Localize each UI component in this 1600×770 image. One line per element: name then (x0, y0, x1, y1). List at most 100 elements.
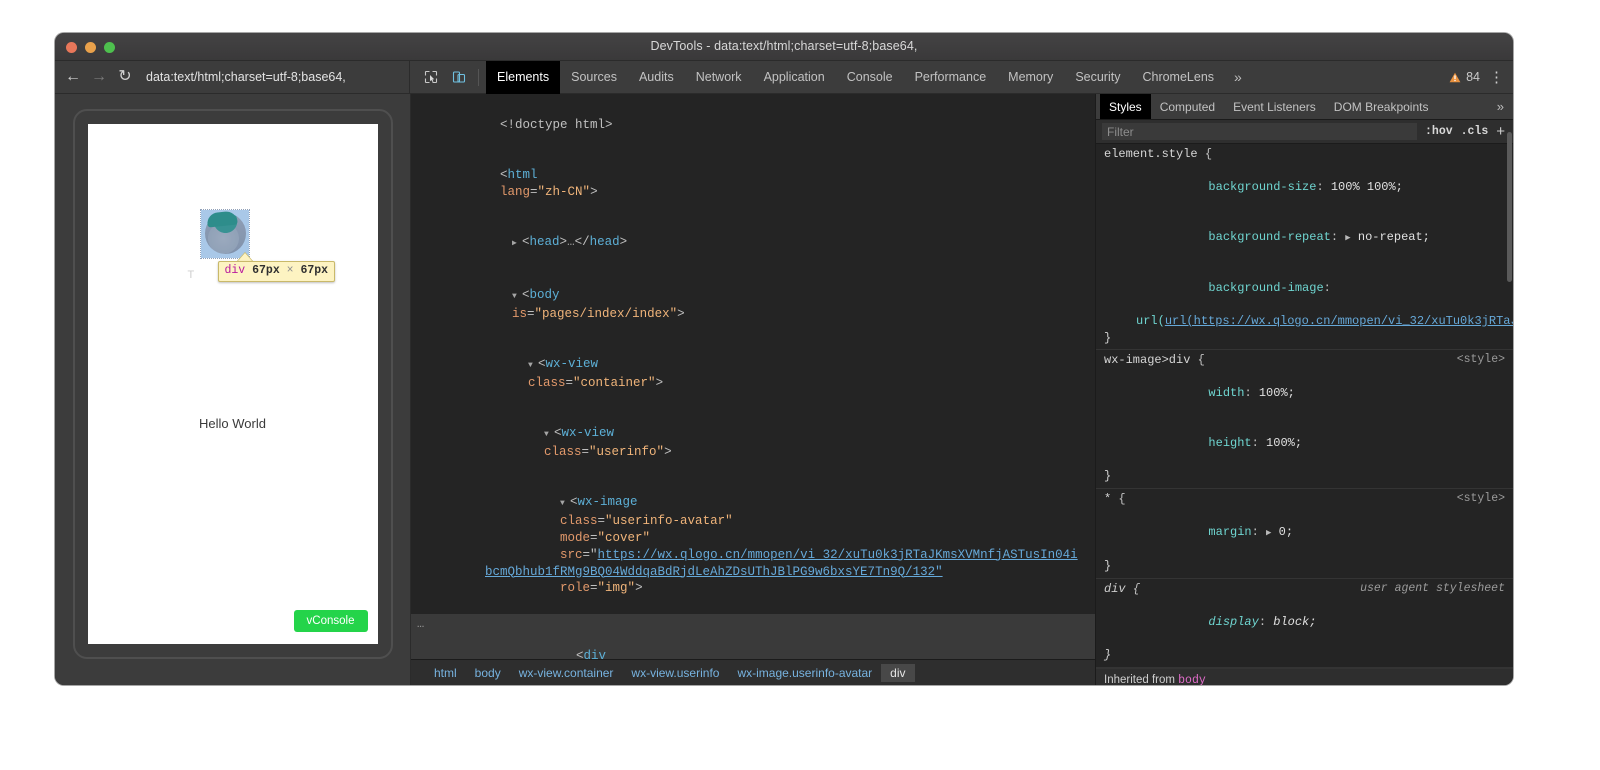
reload-icon[interactable]: ↻ (115, 67, 135, 87)
dom-line-html[interactable]: <html lang="zh-CN"> (411, 150, 1095, 217)
tab-dom-breakpoints[interactable]: DOM Breakpoints (1325, 94, 1438, 119)
rule-element-style[interactable]: element.style { background-size: 100% 10… (1096, 144, 1513, 350)
warning-badge[interactable]: 84 (1449, 70, 1480, 84)
doctype-text: <!doctype html> (500, 118, 613, 132)
tab-audits[interactable]: Audits (628, 61, 685, 94)
tab-chromelens[interactable]: ChromeLens (1131, 61, 1225, 94)
attr-is-value: "pages/index/index" (535, 307, 678, 321)
src-url-part-4[interactable]: Q/132" (898, 565, 943, 579)
prop-height: height (1208, 436, 1251, 450)
tag-div-selected: div (584, 649, 607, 660)
attr-lang-value: "zh-CN" (538, 185, 591, 199)
value-height: 100%; (1266, 436, 1302, 450)
breadcrumb-item-body[interactable]: body (466, 664, 510, 682)
dom-line-doctype[interactable]: <!doctype html> (411, 100, 1095, 150)
styles-scrollbar[interactable] (1506, 94, 1513, 685)
breadcrumb-item-container[interactable]: wx-view.container (510, 664, 623, 682)
warning-count: 84 (1466, 70, 1480, 84)
devtools-window: DevTools - data:text/html;charset=utf-8;… (55, 33, 1513, 685)
dom-line-selected-div[interactable]: … <div style="background-size: 100% 100%… (411, 614, 1095, 659)
breadcrumb-item-div[interactable]: div (881, 664, 914, 682)
tooltip-height: 67px (300, 264, 328, 277)
tab-memory[interactable]: Memory (997, 61, 1064, 94)
address-bar-url[interactable]: data:text/html;charset=utf-8;base64, (146, 70, 346, 84)
tab-sources[interactable]: Sources (560, 61, 628, 94)
tag-body: body (530, 288, 560, 302)
tab-styles[interactable]: Styles (1100, 94, 1151, 119)
value-background-repeat: no-repeat; (1358, 230, 1430, 244)
cls-toggle-button[interactable]: .cls (1461, 125, 1489, 138)
tab-performance[interactable]: Performance (904, 61, 998, 94)
expand-toggle-userinfo-icon[interactable] (544, 425, 554, 444)
more-options-dots-icon[interactable]: … (417, 616, 425, 633)
vconsole-button[interactable]: vConsole (294, 610, 368, 632)
breadcrumb-item-html[interactable]: html (425, 664, 466, 682)
inspect-element-icon[interactable] (418, 65, 444, 89)
dom-line-container[interactable]: <wx-view class="container"> (411, 339, 1095, 408)
hov-toggle-button[interactable]: :hov (1425, 125, 1453, 138)
tag-head-close: head (590, 235, 620, 249)
expand-toggle-wx-image-icon[interactable] (560, 494, 570, 513)
attr-class-container-value: "container" (573, 376, 656, 390)
rule-selector-wx-image-div[interactable]: wx-image>div (1104, 353, 1190, 367)
styles-filter-input[interactable] (1102, 123, 1417, 140)
tab-computed[interactable]: Computed (1151, 94, 1224, 119)
attr-lang: lang (500, 185, 530, 199)
breadcrumb-item-avatar[interactable]: wx-image.userinfo-avatar (728, 664, 881, 682)
rule-div-user-agent[interactable]: div { user agent stylesheet display: blo… (1096, 579, 1513, 668)
dom-tree[interactable]: <!doctype html> <html lang="zh-CN"> <hea… (411, 94, 1095, 659)
declaration-width-100[interactable]: width: 100%; (1096, 369, 1513, 419)
expand-margin-shorthand-icon[interactable]: ▶ (1266, 528, 1271, 538)
dom-line-head[interactable]: <head>…</head> (411, 218, 1095, 270)
src-url-part-2[interactable]: vi_32/ (800, 548, 845, 562)
declaration-background-image-url[interactable]: url(url(https://wx.qlogo.cn/mmopen/vi_32… (1096, 313, 1513, 330)
tab-security[interactable]: Security (1064, 61, 1131, 94)
rule-origin-wx-image-div[interactable]: <style> (1457, 352, 1505, 369)
expand-shorthand-icon[interactable]: ▶ (1345, 233, 1350, 243)
attr-class-avatar-value: "userinfo-avatar" (605, 514, 733, 528)
styles-rules-list[interactable]: element.style { background-size: 100% 10… (1096, 144, 1513, 685)
rule-selector-element-style[interactable]: element.style (1104, 147, 1198, 161)
back-arrow-icon[interactable]: ← (63, 67, 83, 87)
src-url-part-1[interactable]: https://wx.qlogo.cn/mmopen/ (598, 548, 801, 562)
tab-event-listeners[interactable]: Event Listeners (1224, 94, 1325, 119)
dom-line-wx-image[interactable]: <wx-image class="userinfo-avatar" mode="… (411, 478, 1095, 614)
declaration-height-100[interactable]: height: 100%; (1096, 419, 1513, 469)
dom-line-userinfo[interactable]: <wx-view class="userinfo"> (411, 408, 1095, 477)
page-viewport[interactable]: T div 67px × 67px (88, 124, 378, 644)
prop-background-size: background-size (1208, 180, 1316, 194)
declaration-background-image[interactable]: background-image: (1096, 263, 1513, 313)
forward-arrow-icon[interactable]: → (89, 67, 109, 87)
kebab-menu-icon[interactable]: ⋮ (1489, 70, 1504, 85)
tab-application[interactable]: Application (753, 61, 836, 94)
expand-toggle-container-icon[interactable] (528, 356, 538, 375)
avatar-highlight-group: div 67px × 67px (201, 210, 249, 258)
tab-console[interactable]: Console (836, 61, 904, 94)
declaration-display-block[interactable]: display: block; (1096, 597, 1513, 647)
inherited-tag-body[interactable]: body (1178, 674, 1206, 685)
rule-universal[interactable]: * { <style> margin: ▶ 0; } (1096, 489, 1513, 579)
tab-elements[interactable]: Elements (486, 61, 560, 94)
userinfo-avatar[interactable] (201, 210, 249, 258)
tab-overflow-chevron-icon[interactable]: » (1225, 61, 1251, 94)
dom-line-body[interactable]: <body is="pages/index/index"> (411, 270, 1095, 339)
prop-width: width (1208, 386, 1244, 400)
declaration-margin[interactable]: margin: ▶ 0; (1096, 507, 1513, 558)
expand-toggle-head-icon[interactable] (512, 234, 522, 253)
breadcrumb-item-userinfo[interactable]: wx-view.userinfo (622, 664, 728, 682)
rule-selector-div-ua[interactable]: div (1104, 582, 1126, 596)
rule-close-brace-div-ua: } (1096, 647, 1513, 664)
rule-close-brace-wx-image-div: } (1096, 468, 1513, 485)
attr-role: role (560, 581, 590, 595)
rule-wx-image-div[interactable]: wx-image>div { <style> width: 100%; heig… (1096, 350, 1513, 489)
rule-origin-universal[interactable]: <style> (1457, 491, 1505, 508)
expand-toggle-body-icon[interactable] (512, 287, 522, 306)
tab-network[interactable]: Network (685, 61, 753, 94)
window-titlebar: DevTools - data:text/html;charset=utf-8;… (55, 33, 1513, 61)
declaration-background-size[interactable]: background-size: 100% 100%; (1096, 163, 1513, 213)
declaration-background-repeat[interactable]: background-repeat: ▶ no-repeat; (1096, 212, 1513, 263)
background-image-url-link[interactable]: url(https://wx.qlogo.cn/mmopen/vi_32/xuT… (1165, 314, 1513, 328)
device-toolbar-icon[interactable] (446, 65, 472, 89)
inherited-from-body-header: Inherited from body (1096, 668, 1513, 685)
value-margin: 0; (1279, 525, 1293, 539)
